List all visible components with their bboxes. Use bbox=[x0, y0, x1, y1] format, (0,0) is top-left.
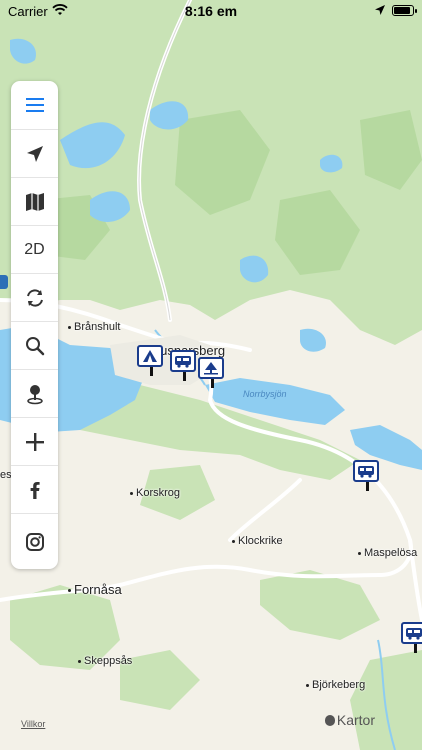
campervan-marker[interactable] bbox=[401, 622, 422, 653]
battery-level bbox=[394, 7, 410, 14]
instagram-icon bbox=[25, 532, 44, 551]
tent-icon bbox=[143, 350, 157, 362]
caravan-icon bbox=[406, 628, 422, 640]
place-skeppsas: Skeppsås bbox=[78, 655, 132, 667]
maps-attribution-label: Kartor bbox=[336, 712, 375, 728]
place-bjorkeberg: Björkeberg bbox=[306, 679, 365, 691]
place-branshult: Brånshult bbox=[68, 321, 120, 333]
place-label: Maspelösa bbox=[364, 547, 418, 559]
place-label: Fornåsa bbox=[74, 582, 122, 597]
terms-link[interactable]: Villkor bbox=[21, 719, 45, 729]
pin-location-button[interactable] bbox=[11, 369, 58, 417]
hamburger-menu-icon bbox=[25, 98, 44, 112]
facebook-icon bbox=[30, 481, 40, 499]
place-label: Skeppsås bbox=[84, 655, 133, 667]
map-toolbar: 2D bbox=[11, 81, 58, 569]
search-button[interactable] bbox=[11, 321, 58, 369]
navigation-arrow-icon bbox=[26, 145, 43, 162]
clock: 8:16 em bbox=[184, 3, 238, 19]
place-label: Klockrike bbox=[238, 535, 283, 547]
cabin-marker[interactable] bbox=[198, 357, 224, 388]
battery-icon bbox=[392, 5, 417, 16]
place-label: Björkeberg bbox=[312, 679, 366, 691]
search-icon bbox=[25, 336, 44, 355]
plus-icon bbox=[25, 432, 44, 451]
menu-button[interactable] bbox=[11, 81, 58, 129]
water-label-norrbysjon: Norrbysjön bbox=[243, 389, 287, 399]
map-type-button[interactable] bbox=[11, 177, 58, 225]
add-button[interactable] bbox=[11, 417, 58, 465]
campervan-marker[interactable] bbox=[170, 350, 196, 381]
apple-logo-icon bbox=[324, 715, 335, 726]
place-label: Korskrog bbox=[136, 487, 181, 499]
maps-attribution: Kartor bbox=[324, 712, 375, 728]
place-klockrike: Klockrike bbox=[232, 535, 283, 547]
locate-me-button[interactable] bbox=[11, 129, 58, 177]
facebook-button[interactable] bbox=[11, 465, 58, 513]
caravan-icon bbox=[358, 466, 374, 478]
route-shield bbox=[0, 275, 8, 289]
cabin-icon bbox=[204, 362, 218, 375]
location-arrow-icon bbox=[375, 5, 385, 15]
campervan-marker[interactable] bbox=[353, 460, 379, 491]
instagram-button[interactable] bbox=[11, 513, 58, 569]
refresh-icon bbox=[26, 288, 43, 307]
view-2d-label: 2D bbox=[24, 240, 45, 258]
map-pin-icon bbox=[26, 384, 43, 404]
place-maspelosa: Maspelösa bbox=[358, 547, 417, 559]
view-2d-button[interactable]: 2D bbox=[11, 225, 58, 273]
place-korskrog: Korskrog bbox=[130, 487, 180, 499]
campsite-tent-marker[interactable] bbox=[137, 345, 163, 376]
status-bar: Carrier 8:16 em bbox=[0, 0, 422, 24]
place-fornasa: Fornåsa bbox=[68, 582, 122, 597]
map-icon bbox=[25, 192, 44, 211]
caravan-icon bbox=[175, 356, 191, 368]
refresh-button[interactable] bbox=[11, 273, 58, 321]
place-label: Brånshult bbox=[74, 321, 121, 333]
